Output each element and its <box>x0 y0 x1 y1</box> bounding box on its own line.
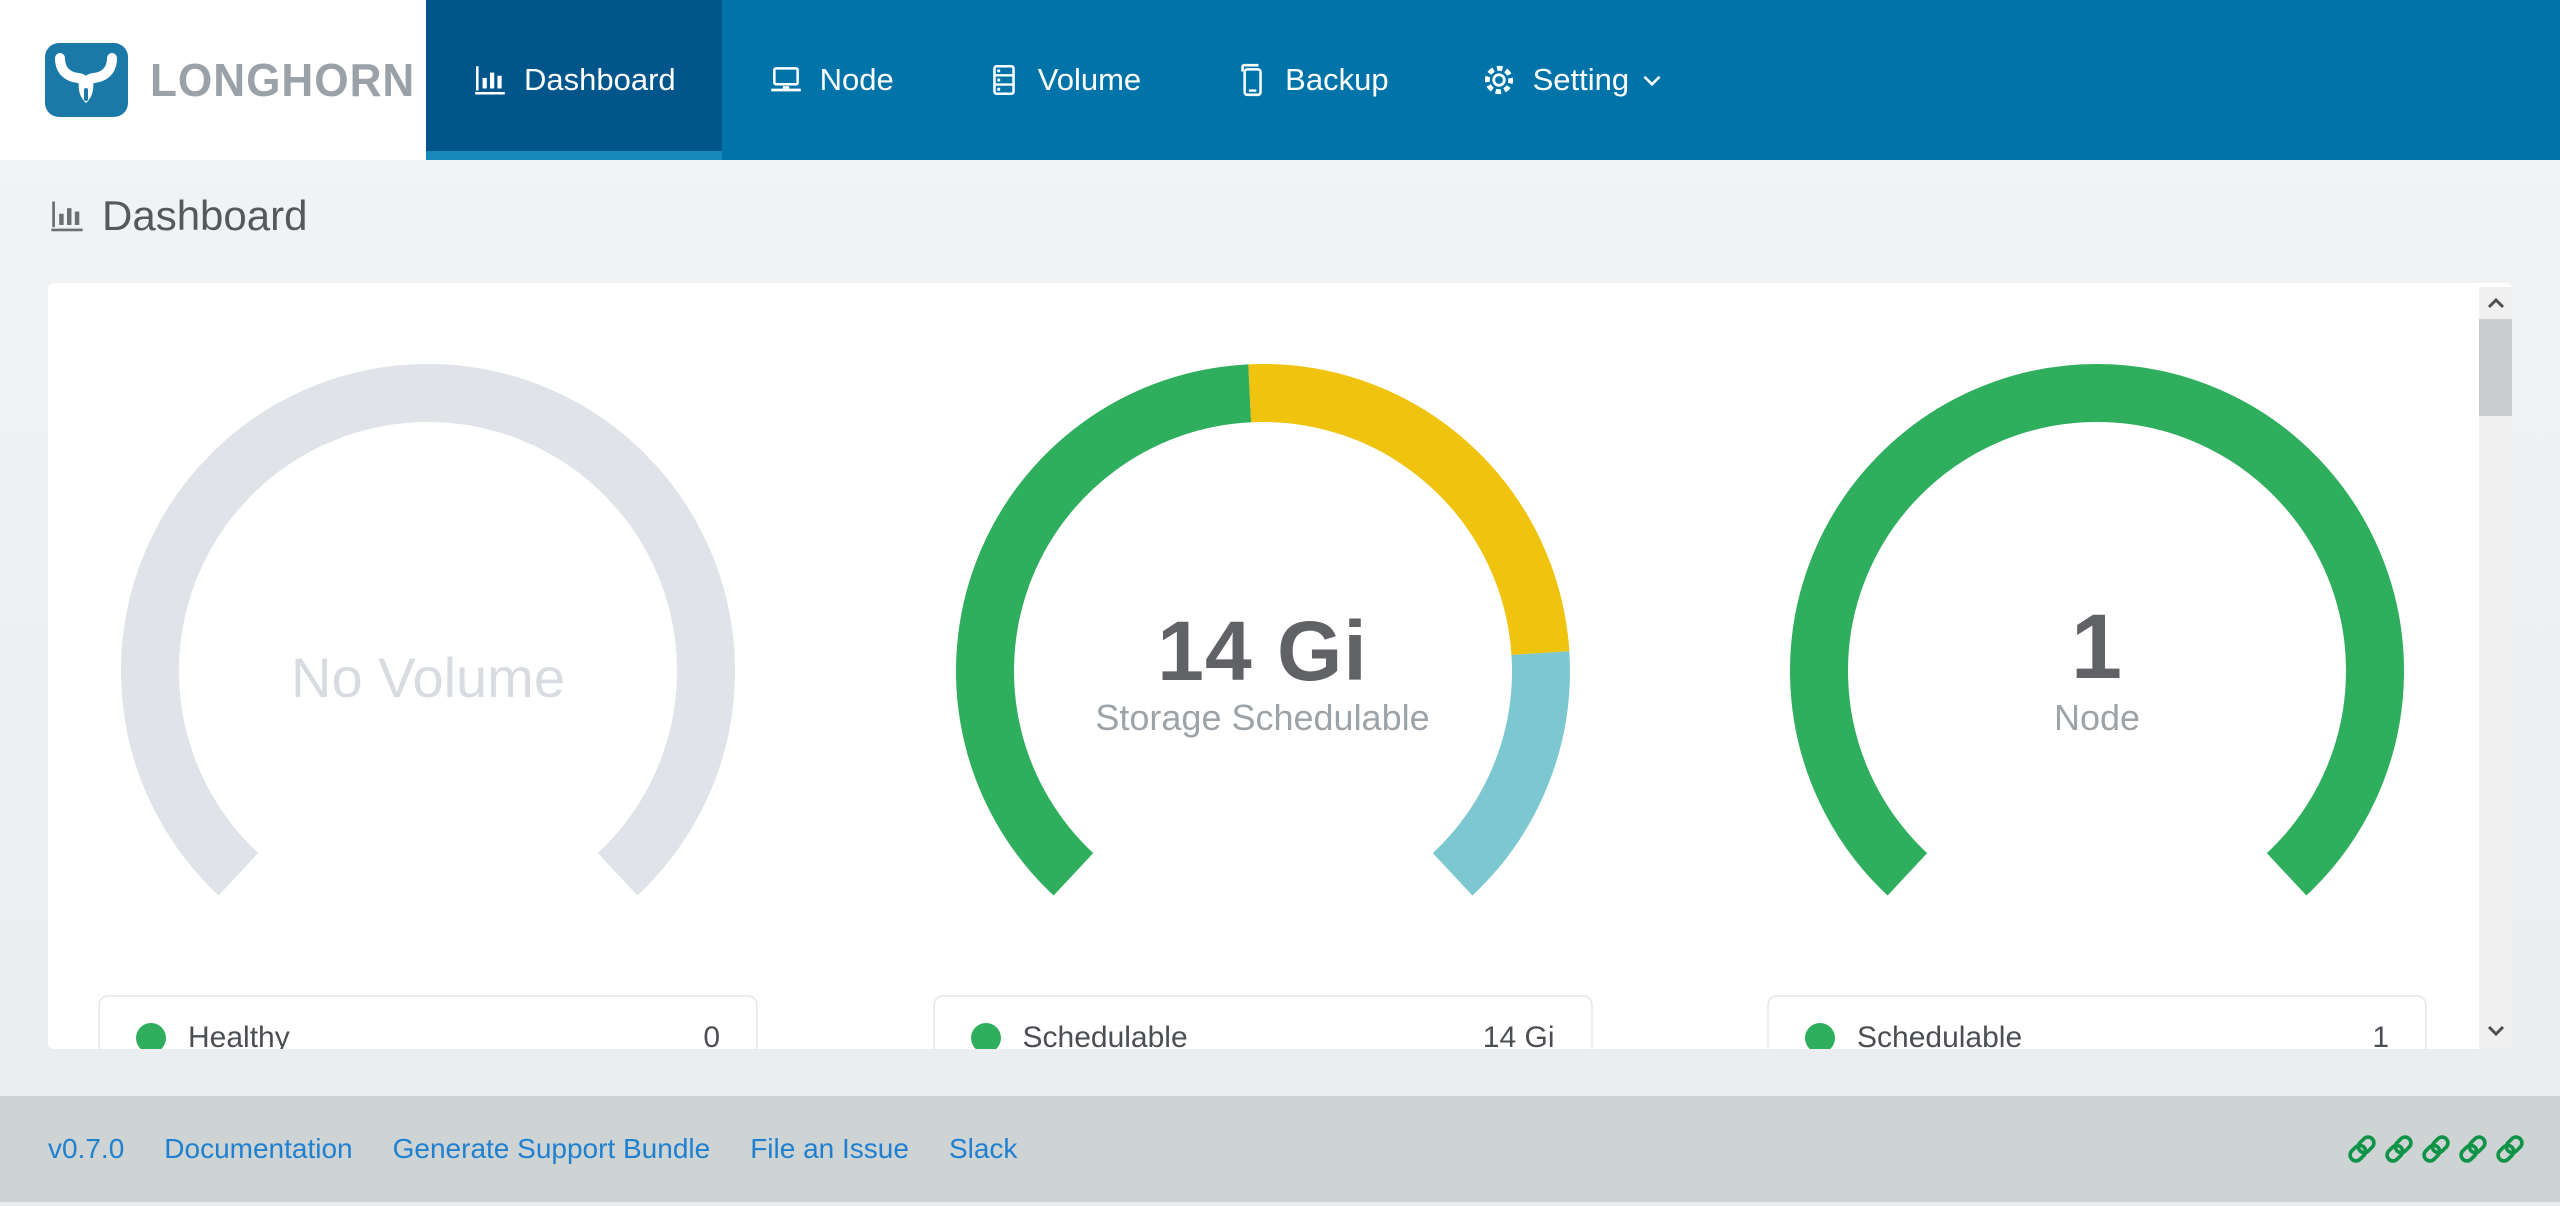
node-gauge-card: 1 Node Schedulable 1 <box>1767 283 2427 1049</box>
panel-scrollbar[interactable] <box>2479 287 2512 1049</box>
footer-link-version[interactable]: v0.7.0 <box>48 1133 124 1165</box>
nav-item-dashboard[interactable]: Dashboard <box>426 0 722 160</box>
nav-label: Volume <box>1038 62 1141 98</box>
node-gauge-value: 1 <box>1767 595 2427 700</box>
footer-link-icons <box>2346 1133 2526 1165</box>
gauge-columns: No Volume Healthy 0 14 Gi Storage Schedu… <box>98 283 2427 1049</box>
database-icon <box>986 62 1022 98</box>
legend-value: 14 Gi <box>1483 1021 1555 1049</box>
link-icon[interactable] <box>2383 1133 2415 1165</box>
nav-label: Node <box>820 62 894 98</box>
copy-icon <box>1233 62 1269 98</box>
legend-label: Schedulable <box>1023 1021 1188 1049</box>
gear-icon <box>1481 62 1517 98</box>
legend-row-schedulable-node[interactable]: Schedulable 1 <box>1769 997 2425 1049</box>
legend-dot <box>136 1023 166 1049</box>
footer-link-documentation[interactable]: Documentation <box>164 1133 352 1165</box>
scroll-up-button[interactable] <box>2479 291 2512 315</box>
legend-value: 1 <box>2372 1021 2389 1049</box>
brand-wordmark: LONGHORN <box>150 53 415 107</box>
storage-gauge-label: Storage Schedulable <box>933 697 1593 739</box>
link-icon[interactable] <box>2457 1133 2489 1165</box>
link-icon[interactable] <box>2346 1133 2378 1165</box>
storage-gauge-card: 14 Gi Storage Schedulable Schedulable 14… <box>933 283 1593 1049</box>
footer-bar: v0.7.0 Documentation Generate Support Bu… <box>0 1096 2560 1202</box>
page-title-text: Dashboard <box>102 192 307 240</box>
nav-label: Dashboard <box>524 62 676 98</box>
bar-chart-icon <box>48 197 86 235</box>
footer-link-support-bundle[interactable]: Generate Support Bundle <box>393 1133 711 1165</box>
link-icon[interactable] <box>2420 1133 2452 1165</box>
footer-link-file-issue[interactable]: File an Issue <box>750 1133 909 1165</box>
nav-item-backup[interactable]: Backup <box>1187 0 1434 160</box>
link-icon[interactable] <box>2494 1133 2526 1165</box>
bull-icon <box>45 43 128 117</box>
main-nav: Dashboard Node Volume <box>426 0 2560 160</box>
legend-dot <box>971 1023 1001 1049</box>
node-legend-card: Schedulable 1 <box>1767 995 2427 1049</box>
nav-item-volume[interactable]: Volume <box>940 0 1187 160</box>
legend-row-schedulable-storage[interactable]: Schedulable 14 Gi <box>935 997 1591 1049</box>
nav-item-setting[interactable]: Setting <box>1435 0 1712 160</box>
legend-row-healthy[interactable]: Healthy 0 <box>100 997 756 1049</box>
laptop-icon <box>768 62 804 98</box>
chevron-down-icon <box>2487 1025 2505 1037</box>
footer-link-slack[interactable]: Slack <box>949 1133 1017 1165</box>
nav-item-node[interactable]: Node <box>722 0 940 160</box>
legend-label: Healthy <box>188 1021 290 1049</box>
volume-gauge-empty-text: No Volume <box>98 645 758 710</box>
legend-value: 0 <box>703 1021 720 1049</box>
legend-dot <box>1805 1023 1835 1049</box>
top-nav-bar: LONGHORN Dashboard Node <box>0 0 2560 160</box>
storage-legend-card: Schedulable 14 Gi <box>933 995 1593 1049</box>
dashboard-panel: No Volume Healthy 0 14 Gi Storage Schedu… <box>48 283 2512 1049</box>
nav-label: Backup <box>1285 62 1388 98</box>
node-gauge-label: Node <box>1767 697 2427 739</box>
storage-gauge-value: 14 Gi <box>933 603 1593 700</box>
scroll-down-button[interactable] <box>2479 1019 2512 1043</box>
chevron-up-icon <box>2487 297 2505 309</box>
chevron-down-icon <box>1639 67 1665 93</box>
nav-label: Setting <box>1533 62 1630 98</box>
volume-legend-card: Healthy 0 <box>98 995 758 1049</box>
bar-chart-icon <box>472 62 508 98</box>
scrollbar-thumb[interactable] <box>2479 319 2512 416</box>
page-title: Dashboard <box>48 192 307 240</box>
brand-logo[interactable]: LONGHORN <box>0 0 426 160</box>
gauge-segment-gray-empty <box>150 393 706 874</box>
volume-gauge-card: No Volume Healthy 0 <box>98 283 758 1049</box>
legend-label: Schedulable <box>1857 1021 2022 1049</box>
